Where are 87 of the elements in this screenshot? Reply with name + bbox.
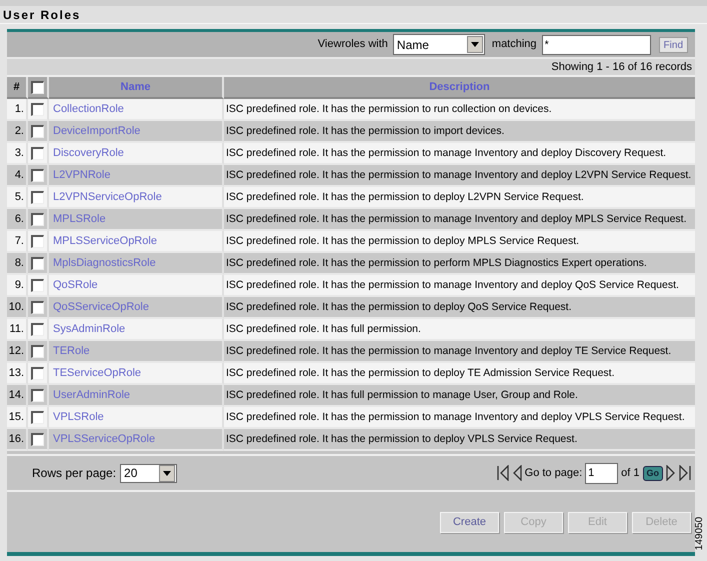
role-description: ISC predefined role. It has the permission to deploy MPLS Service Request.	[224, 231, 695, 253]
previous-page-icon[interactable]	[512, 465, 522, 481]
column-header[interactable]: Description	[224, 77, 695, 99]
role-link[interactable]: TERole	[53, 342, 90, 360]
matching-label: matching	[492, 37, 537, 52]
row-number: 8.	[7, 253, 28, 275]
role-description: ISC predefined role. It has full permission to manage User, Group and Role.	[224, 385, 695, 407]
role-link[interactable]: DiscoveryRole	[53, 144, 124, 162]
role-description: ISC predefined role. It has the permission to deploy TE Admission Service Request.	[224, 363, 695, 385]
checkbox[interactable]	[31, 366, 44, 380]
role-description: ISC predefined role. It has the permission to manage Inventory and deploy TE Service Request.	[224, 341, 695, 363]
page-title: User Roles	[3, 6, 81, 24]
checkbox[interactable]	[31, 344, 44, 358]
row-number: 5.	[7, 187, 28, 209]
role-link[interactable]: VPLSServiceOpRole	[53, 430, 156, 448]
role-link[interactable]: MPLSServiceOpRole	[53, 232, 157, 250]
checkbox[interactable]	[31, 146, 44, 160]
role-description: ISC predefined role. It has the permission to perform MPLS Diagnostics Expert operations.	[224, 253, 695, 275]
search-field[interactable]: *	[542, 34, 651, 54]
role-description: ISC predefined role. It has the permission to deploy L2VPN Service Request.	[224, 187, 695, 209]
go-to-page-label: Go to page:	[524, 466, 582, 481]
role-description: ISC predefined role. It has the permission to manage Inventory and deploy QoS Service Request.	[224, 275, 695, 297]
role-link[interactable]: TEServiceOpRole	[53, 364, 142, 382]
record-count: Showing 1 - 16 of 16 records	[551, 60, 692, 75]
column-header: #	[7, 77, 28, 99]
find-button[interactable]: Find	[658, 36, 688, 52]
row-number: 9.	[7, 275, 28, 297]
checkbox[interactable]	[31, 80, 44, 94]
next-page-icon[interactable]	[666, 465, 675, 481]
checkbox[interactable]	[31, 322, 44, 336]
checkbox[interactable]	[31, 278, 44, 292]
action-button[interactable]: Create	[440, 512, 499, 532]
checkbox[interactable]	[31, 300, 44, 314]
row-number: 14.	[7, 385, 28, 407]
row-number: 13.	[7, 363, 28, 385]
row-number: 12.	[7, 341, 28, 363]
checkbox[interactable]	[31, 410, 44, 424]
page-field[interactable]: 1	[585, 462, 618, 484]
role-description: ISC predefined role. It has the permission to manage Inventory and deploy L2VPN Service Request.	[224, 165, 695, 187]
role-description: ISC predefined role. It has the permission to manage Inventory and deploy Discovery Request.	[224, 143, 695, 165]
checkbox[interactable]	[31, 212, 44, 226]
role-link[interactable]: L2VPNServiceOpRole	[53, 188, 162, 206]
role-link[interactable]: QoSRole	[53, 276, 98, 294]
checkbox[interactable]	[31, 388, 44, 402]
figure-number: 149050	[692, 516, 706, 550]
rows-per-page-label: Rows per page:	[32, 465, 116, 482]
role-description: ISC predefined role. It has the permission to manage Inventory and deploy VPLS Service Request.	[224, 407, 695, 429]
row-number: 16.	[7, 429, 28, 451]
checkbox[interactable]	[31, 168, 44, 182]
field-dropdown[interactable]: Name	[392, 34, 485, 55]
checkbox[interactable]	[31, 190, 44, 204]
row-number: 3.	[7, 143, 28, 165]
first-page-icon[interactable]	[496, 465, 510, 481]
role-link[interactable]: SysAdminRole	[53, 320, 126, 338]
row-number: 4.	[7, 165, 28, 187]
checkbox[interactable]	[31, 256, 44, 270]
checkbox[interactable]	[31, 234, 44, 248]
row-number: 6.	[7, 209, 28, 231]
go-button[interactable]: Go	[642, 466, 663, 480]
role-link[interactable]: MplsDiagnosticsRole	[53, 254, 156, 272]
role-link[interactable]: MPLSRole	[53, 210, 106, 228]
role-description: ISC predefined role. It has the permission to import devices.	[224, 121, 695, 143]
role-link[interactable]: L2VPNRole	[53, 166, 110, 184]
role-link[interactable]: QoSServiceOpRole	[53, 298, 149, 316]
last-page-icon[interactable]	[678, 465, 691, 481]
role-description: ISC predefined role. It has the permission to deploy QoS Service Request.	[224, 297, 695, 319]
row-number: 11.	[7, 319, 28, 341]
role-link[interactable]: DeviceImportRole	[53, 122, 140, 140]
role-link[interactable]: UserAdminRole	[53, 386, 130, 404]
filter-label: Viewroles with	[318, 37, 388, 52]
role-description: ISC predefined role. It has the permission to run collection on devices.	[224, 99, 695, 121]
role-link[interactable]: CollectionRole	[53, 100, 124, 118]
checkbox[interactable]	[31, 124, 44, 138]
row-number: 1.	[7, 99, 28, 121]
role-link[interactable]: VPLSRole	[53, 408, 104, 426]
checkbox[interactable]	[31, 432, 44, 446]
rows-per-page-dropdown[interactable]: 20	[120, 464, 178, 482]
row-number: 15.	[7, 407, 28, 429]
role-description: ISC predefined role. It has the permission to deploy VPLS Service Request.	[224, 429, 695, 451]
role-description: ISC predefined role. It has the permission to manage Inventory and deploy MPLS Service Request.	[224, 209, 695, 231]
page-count: of 1	[621, 466, 640, 481]
checkbox[interactable]	[31, 102, 44, 116]
row-number: 2.	[7, 121, 28, 143]
role-description: ISC predefined role. It has full permission.	[224, 319, 695, 341]
column-header[interactable]: Name	[49, 77, 224, 99]
row-number: 10.	[7, 297, 28, 319]
row-number: 7.	[7, 231, 28, 253]
